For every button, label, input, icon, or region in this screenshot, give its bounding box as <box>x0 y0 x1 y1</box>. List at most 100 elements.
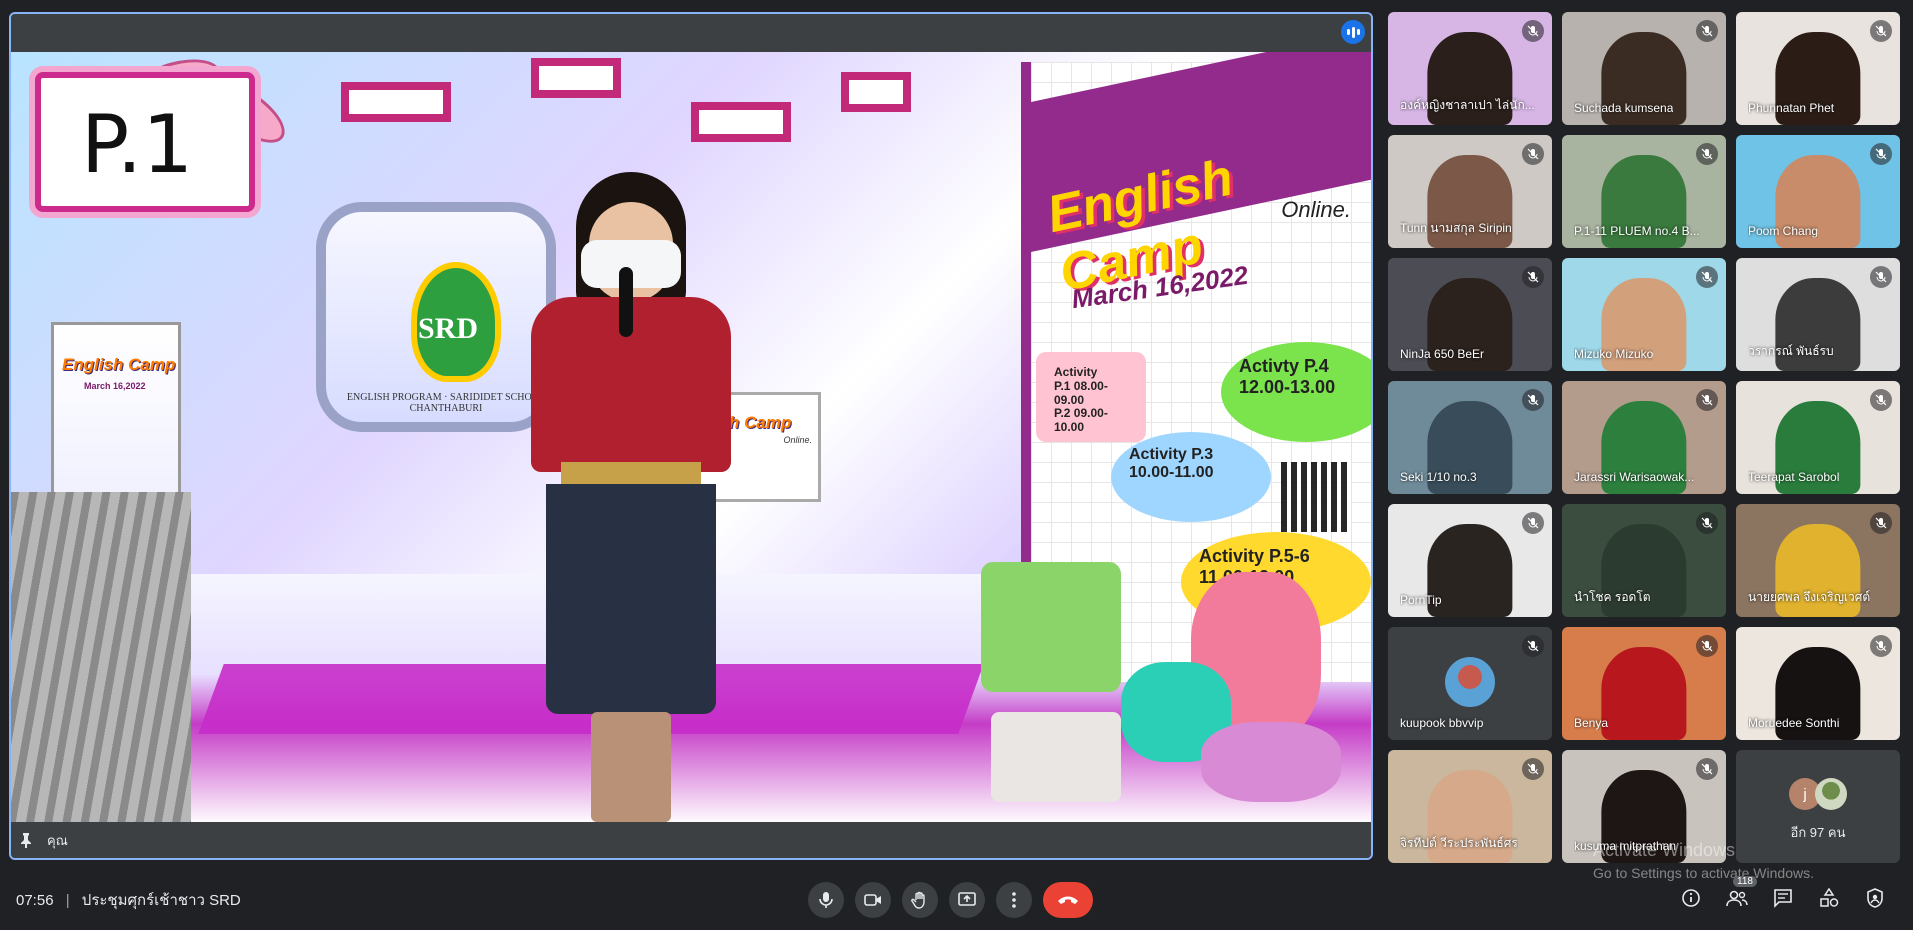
avatar <box>1445 657 1495 707</box>
avatar <box>1815 778 1847 810</box>
watermark-line1: Activate Windows <box>1593 840 1736 860</box>
ceiling-light <box>841 72 911 112</box>
raise-hand-button[interactable] <box>902 882 938 918</box>
mic-off-icon <box>1522 635 1544 657</box>
participant-name: Suchada kumsena <box>1574 101 1674 115</box>
participant-name: P.1-11 PLUEM no.4 B... <box>1574 224 1700 238</box>
participant-tile[interactable]: NinJa 650 BeEr <box>1388 258 1552 371</box>
chat-icon <box>1773 888 1793 908</box>
participant-tile[interactable]: P.1-11 PLUEM no.4 B... <box>1562 135 1726 248</box>
presenter-person <box>531 172 731 822</box>
mic-off-icon <box>1696 266 1718 288</box>
mic-off-icon <box>1522 389 1544 411</box>
qr-code-icon <box>1281 462 1351 532</box>
participant-tile[interactable]: Suchada kumsena <box>1562 12 1726 125</box>
presenter-tile[interactable]: P.1 SRD ENGLISH PROGRAM · SARIDIDET SCHO… <box>9 12 1373 860</box>
participant-tile[interactable]: Teerapat Sarobol <box>1736 381 1900 494</box>
participant-name: จิรทีปต์ วีระประพันธ์ศร <box>1400 836 1518 850</box>
meeting-title: ประชุมศุกร์เช้าชาว SRD <box>81 892 241 909</box>
participant-tile[interactable]: Mizuko Mizuko <box>1562 258 1726 371</box>
activity-p4-label: Activty P.4 <box>1239 356 1329 376</box>
mic-off-icon <box>1522 512 1544 534</box>
participant-tile[interactable]: นำโชค รอดโต <box>1562 504 1726 617</box>
participant-name: นายยศพล จึงเจริญเวศต์ <box>1748 590 1871 604</box>
more-options-button[interactable] <box>996 882 1032 918</box>
purple-dinosaur-toy <box>1201 722 1341 802</box>
class-sign-text: P.1 <box>81 98 194 191</box>
people-button[interactable]: 118 <box>1723 876 1757 912</box>
activity-p4-time: 12.00-13.00 <box>1239 376 1336 397</box>
participant-tile[interactable]: Moruedee Sonthi <box>1736 627 1900 740</box>
participant-tile[interactable]: นายยศพล จึงเจริญเวศต์ <box>1736 504 1900 617</box>
mic-off-icon <box>1522 758 1544 780</box>
side-controls: 118 <box>1677 876 1889 912</box>
participant-name: องค์หญิงชาลาเปา ไล่นัก... <box>1400 98 1535 112</box>
activity-p3-box: Activity P.3 10.00-11.00 <box>1111 432 1271 522</box>
mic-off-icon <box>1870 635 1892 657</box>
activity-p3-time: 10.00-11.00 <box>1129 464 1214 482</box>
ceiling-light <box>691 102 791 142</box>
participant-tile[interactable]: องค์หญิงชาลาเปา ไล่นัก... <box>1388 12 1552 125</box>
end-call-icon <box>1057 895 1079 905</box>
meeting-details-button[interactable] <box>1677 884 1705 912</box>
participant-tile[interactable]: จิรทีปต์ วีระประพันธ์ศร <box>1388 750 1552 863</box>
participant-tile[interactable]: PornTip <box>1388 504 1552 617</box>
participant-tile[interactable]: Poom Chang <box>1736 135 1900 248</box>
participant-tile[interactable]: kuupook bbvvip <box>1388 627 1552 740</box>
mic-off-icon <box>1696 635 1718 657</box>
participant-tile[interactable]: Seki 1/10 no.3 <box>1388 381 1552 494</box>
participant-grid: องค์หญิงชาลาเปา ไล่นัก... Suchada kumsena… <box>1388 12 1906 863</box>
end-call-button[interactable] <box>1043 882 1093 918</box>
participant-tile[interactable]: วรากรณ์ พันธ์รบ <box>1736 258 1900 371</box>
camera-button[interactable] <box>855 882 891 918</box>
host-controls-button[interactable] <box>1861 884 1889 912</box>
participant-tile[interactable]: Benya <box>1562 627 1726 740</box>
mic-off-icon <box>1696 20 1718 42</box>
people-icon <box>1726 889 1748 907</box>
participant-name: Poom Chang <box>1748 224 1819 238</box>
participant-figure <box>1601 647 1687 740</box>
present-screen-button[interactable] <box>949 882 985 918</box>
mic-off-icon <box>1696 389 1718 411</box>
more-options-icon <box>1012 892 1016 908</box>
presenter-tile-topbar <box>11 14 1371 52</box>
mic-button[interactable] <box>808 882 844 918</box>
presenter-video: P.1 SRD ENGLISH PROGRAM · SARIDIDET SCHO… <box>11 52 1371 824</box>
presenter-tile-footer: คุณ <box>11 822 1371 858</box>
poster-left-title: English Camp <box>62 355 176 374</box>
meeting-toolbar: 07:56 | ประชุมศุกร์เช้าชาว SRD 118 <box>0 866 1913 930</box>
mic-off-icon <box>1870 389 1892 411</box>
mic-off-icon <box>1696 512 1718 534</box>
draped-table <box>11 492 191 824</box>
participant-name: วรากรณ์ พันธ์รบ <box>1748 344 1834 358</box>
participant-name: นำโชค รอดโต <box>1574 590 1651 604</box>
mic-off-icon <box>1870 512 1892 534</box>
camera-icon <box>864 893 882 907</box>
mic-off-icon <box>1522 266 1544 288</box>
participant-tile[interactable]: Jarassri Warisaowak... <box>1562 381 1726 494</box>
mic-off-icon <box>1870 20 1892 42</box>
raise-hand-icon <box>911 891 929 909</box>
activity-p1-line1: P.1 08.00-09.00 <box>1054 378 1108 407</box>
mic-off-icon <box>1522 143 1544 165</box>
activity-p4-box: Activty P.4 12.00-13.00 <box>1221 342 1371 442</box>
participant-name: Tunn นามสกุล Siripin <box>1400 221 1512 235</box>
people-count-badge: 118 <box>1733 876 1757 887</box>
poster-left: English Camp March 16,2022 <box>51 322 181 512</box>
participant-name: Benya <box>1574 716 1609 730</box>
info-icon <box>1681 888 1701 908</box>
chat-button[interactable] <box>1769 884 1797 912</box>
school-logo: SRD ENGLISH PROGRAM · SARIDIDET SCHOOL C… <box>316 202 556 432</box>
meeting-info: 07:56 | ประชุมศุกร์เช้าชาว SRD <box>16 888 241 912</box>
participant-name: Moruedee Sonthi <box>1748 716 1840 730</box>
activities-icon <box>1819 888 1839 908</box>
participant-tile[interactable]: Tunn นามสกุล Siripin <box>1388 135 1552 248</box>
school-caption: ENGLISH PROGRAM · SARIDIDET SCHOOL CHANT… <box>346 392 546 414</box>
participant-tile[interactable]: Phunnatan Phet <box>1736 12 1900 125</box>
prize-toys <box>961 552 1341 812</box>
presenter-name: คุณ <box>47 832 68 848</box>
activities-button[interactable] <box>1815 884 1843 912</box>
poster-online: Online. <box>1281 197 1351 222</box>
mic-off-icon <box>1522 20 1544 42</box>
pin-icon[interactable] <box>19 832 33 848</box>
